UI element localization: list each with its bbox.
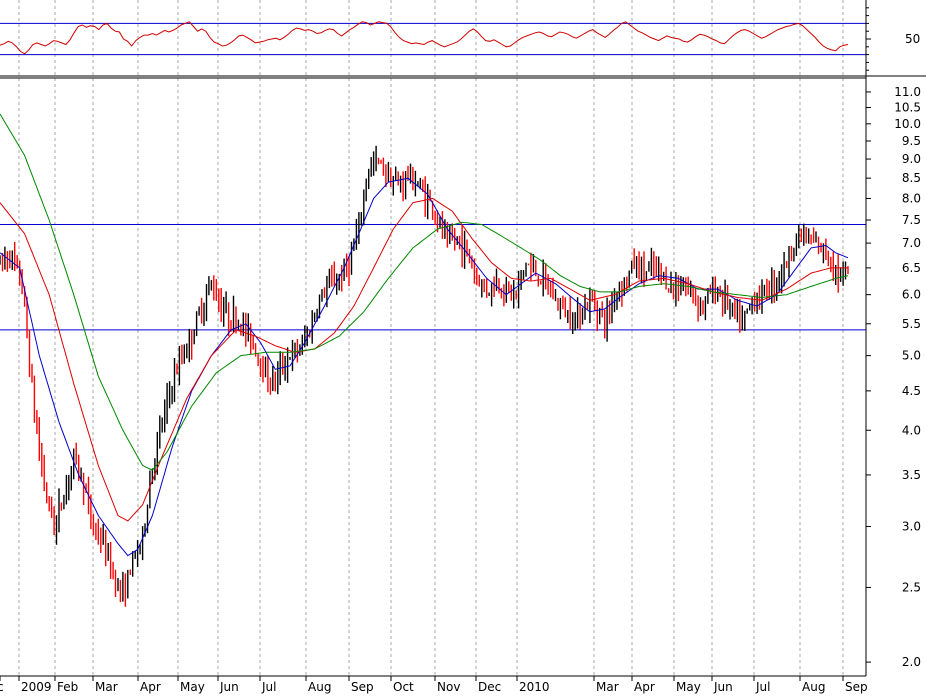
- x-tick-label: Jun: [219, 680, 239, 694]
- price-tick-label: 6.5: [902, 261, 921, 275]
- osc-tick-label: 50: [905, 32, 920, 46]
- x-tick-label: Mar: [596, 680, 619, 694]
- chart-background: [0, 0, 926, 694]
- x-tick-label: 2009: [21, 680, 52, 694]
- price-tick-label: 2.0: [902, 655, 921, 669]
- x-tick-label: Jul: [755, 680, 770, 694]
- x-tick-label: Jun: [713, 680, 733, 694]
- x-tick-label: 2010: [519, 680, 550, 694]
- price-tick-label: 10.0: [894, 117, 921, 131]
- x-tick-label: Sep: [351, 680, 374, 694]
- price-tick-label: 10.5: [894, 101, 921, 115]
- price-tick-label: 3.0: [902, 519, 921, 533]
- x-tick-label: Oct: [393, 680, 414, 694]
- x-tick-label: Jul: [261, 680, 276, 694]
- price-tick-label: 9.0: [902, 152, 921, 166]
- price-tick-label: 3.5: [902, 468, 921, 482]
- price-tick-label: 5.5: [902, 317, 921, 331]
- stock-chart: 50 11.0 10.5 10.0 9.5 9.0 8.5 8.0 7.5 7.0 6.5 6.0 5.…: [0, 0, 926, 694]
- x-tick-label: Aug: [802, 680, 825, 694]
- price-tick-label: 4.0: [902, 423, 921, 437]
- x-tick-label: May: [676, 680, 701, 694]
- price-tick-label: 5.0: [902, 349, 921, 363]
- x-tick-label: Nov: [437, 680, 460, 694]
- chart-root: 50 11.0 10.5 10.0 9.5 9.0 8.5 8.0 7.5 7.0 6.5 6.0 5.…: [0, 0, 926, 694]
- x-tick-label: c: [0, 680, 4, 694]
- price-tick-label: 4.5: [902, 384, 921, 398]
- x-tick-label: Apr: [140, 680, 161, 694]
- x-tick-label: May: [180, 680, 205, 694]
- x-tick-label: Dec: [478, 680, 501, 694]
- price-tick-label: 8.0: [902, 191, 921, 205]
- price-tick-label: 6.0: [902, 288, 921, 302]
- x-tick-label: Apr: [634, 680, 655, 694]
- price-tick-label: 7.5: [902, 213, 921, 227]
- price-tick-label: 9.5: [902, 134, 921, 148]
- x-tick-label: Aug: [308, 680, 331, 694]
- x-tick-label: Sep: [845, 680, 868, 694]
- price-tick-label: 2.5: [902, 580, 921, 594]
- price-tick-label: 8.5: [902, 171, 921, 185]
- price-tick-label: 11.0: [894, 85, 921, 99]
- price-tick-label: 7.0: [902, 236, 921, 250]
- x-tick-label: Feb: [57, 680, 78, 694]
- x-tick-label: Mar: [95, 680, 118, 694]
